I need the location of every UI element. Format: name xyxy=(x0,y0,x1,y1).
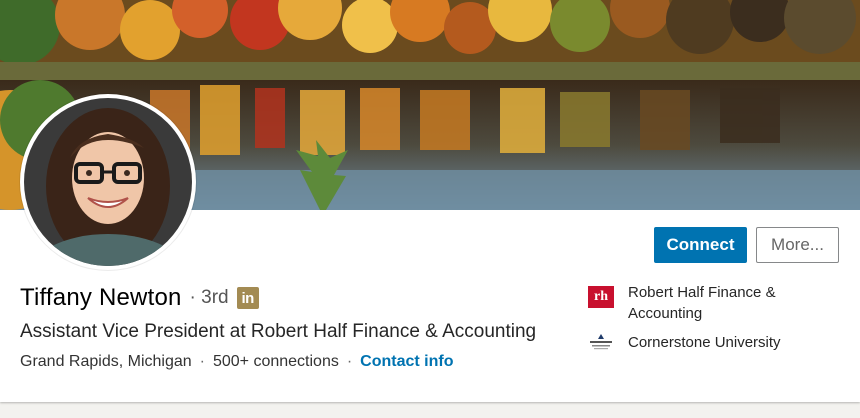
avatar-portrait-image xyxy=(24,98,192,266)
profile-photo[interactable] xyxy=(20,94,196,270)
profile-actions: Connect More... xyxy=(654,227,839,263)
linkedin-premium-icon: in xyxy=(236,287,259,309)
connections-count: 500+ connections xyxy=(212,353,339,370)
cornerstone-logo-icon xyxy=(590,334,612,350)
avatar xyxy=(24,98,192,266)
connection-degree: · 3rd xyxy=(189,287,229,308)
more-button[interactable]: More... xyxy=(756,227,839,263)
profile-headline: Assistant Vice President at Robert Half … xyxy=(20,321,537,342)
profile-card: Connect More... Tiffany Newton · 3rd in … xyxy=(0,0,860,402)
education[interactable]: Cornerstone University xyxy=(588,332,848,354)
profile-meta: Grand Rapids, Michigan · 500+ connection… xyxy=(20,353,454,371)
current-company[interactable]: rh Robert Half Finance & Accounting xyxy=(588,282,848,324)
school-name: Cornerstone University xyxy=(628,334,781,351)
company-name: Robert Half Finance & Accounting xyxy=(628,284,776,322)
separator-dot: · xyxy=(346,353,353,370)
location: Grand Rapids, Michigan xyxy=(20,353,192,370)
contact-info-link[interactable]: Contact info xyxy=(360,353,453,371)
robert-half-logo-icon: rh xyxy=(588,286,614,308)
name-row: Tiffany Newton · 3rd in xyxy=(20,284,259,312)
profile-name: Tiffany Newton xyxy=(20,284,182,311)
separator-dot: · xyxy=(199,353,205,370)
experience-education-summary: rh Robert Half Finance & Accounting Corn… xyxy=(588,282,848,362)
connect-button[interactable]: Connect xyxy=(654,227,747,263)
